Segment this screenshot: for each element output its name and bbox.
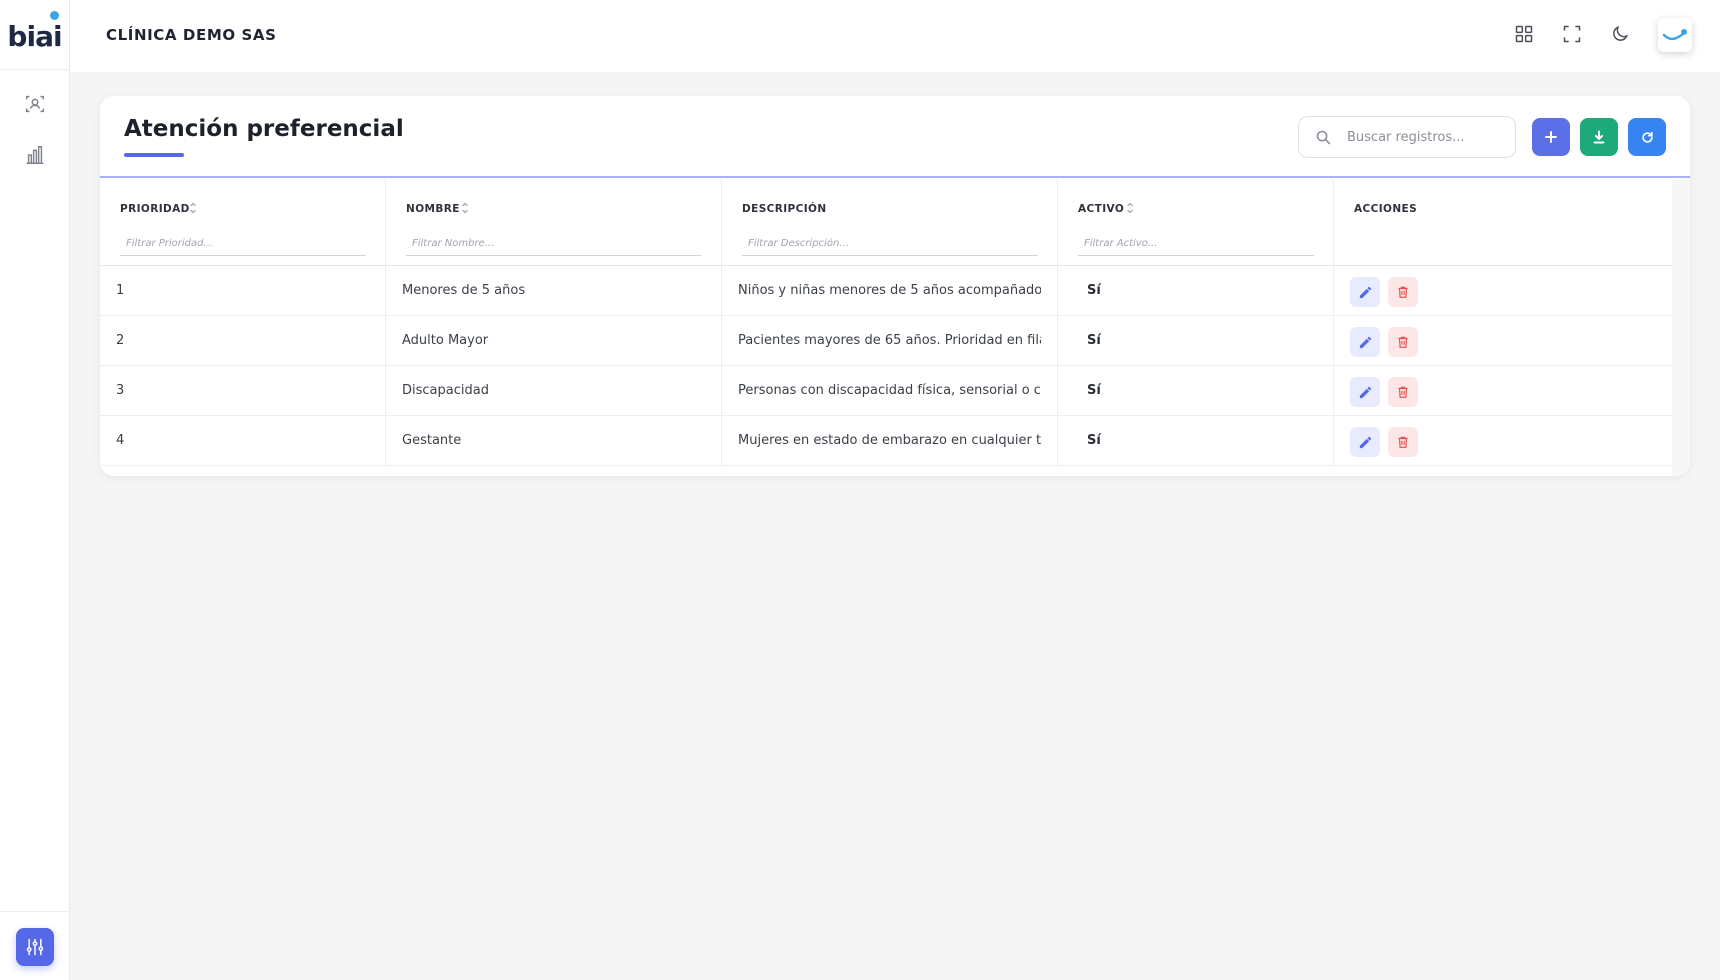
pencil-icon [1359,286,1371,298]
filter-activo[interactable] [1078,232,1314,256]
cell-descripcion: Niños y niñas menores de 5 años acompaña… [722,266,1058,316]
trash-icon [1398,286,1408,298]
edit-button[interactable] [1350,377,1380,407]
cell-prioridad: 1 [100,266,386,316]
table-row[interactable]: 3 Discapacidad Personas con discapacidad… [100,366,1672,416]
edit-button[interactable] [1350,427,1380,457]
refresh-icon [1641,131,1653,143]
fullscreen-icon[interactable] [1560,22,1584,46]
column-prioridad: PRIORIDAD [100,180,386,266]
cell-activo: Sí [1058,316,1334,366]
cell-acciones [1334,366,1672,416]
search-icon [1316,130,1331,145]
logo-text: biai [7,20,62,53]
logo[interactable]: biai [0,0,69,70]
pencil-icon [1359,386,1371,398]
sort-icon[interactable] [461,201,469,215]
cell-activo: Sí [1058,416,1334,466]
cell-descripcion: Mujeres en estado de embarazo en cualqui… [722,416,1058,466]
bar-chart-icon[interactable] [23,143,47,167]
table-header: PRIORIDAD NOMBRE DESCRIPCIÓN ACTIVO ACCI… [100,180,1672,266]
delete-button[interactable] [1388,377,1418,407]
cell-nombre: Discapacidad [386,366,722,416]
user-avatar[interactable] [1658,18,1692,52]
edit-button[interactable] [1350,277,1380,307]
add-button[interactable] [1532,118,1570,156]
filter-prioridad[interactable] [120,232,366,256]
cell-activo: Sí [1058,266,1334,316]
page-title: Atención preferencial [124,116,404,142]
plus-icon [1545,131,1557,143]
edit-button[interactable] [1350,327,1380,357]
cell-prioridad: 4 [100,416,386,466]
column-label-descripcion: DESCRIPCIÓN [742,203,827,215]
pencil-icon [1359,336,1371,348]
logo-dot [50,11,59,20]
cell-nombre: Gestante [386,416,722,466]
sidebar: biai [0,0,70,980]
download-icon [1593,130,1605,144]
column-label-activo[interactable]: ACTIVO [1078,203,1124,215]
column-acciones: ACCIONES [1334,180,1672,266]
cell-prioridad: 2 [100,316,386,366]
filter-nombre[interactable] [406,232,701,256]
trash-icon [1398,436,1408,448]
cell-descripcion: Pacientes mayores de 65 años. Prioridad … [722,316,1058,366]
table-row[interactable]: 2 Adulto Mayor Pacientes mayores de 65 a… [100,316,1672,366]
column-label-acciones: ACCIONES [1354,203,1418,215]
column-label-prioridad[interactable]: PRIORIDAD [120,203,190,215]
cell-descripcion: Personas con discapacidad física, sensor… [722,366,1058,416]
main-card: Atención preferencial PRIOR [100,96,1690,476]
moon-icon[interactable] [1608,22,1632,46]
sliders-icon [26,938,44,956]
table-row[interactable]: 4 Gestante Mujeres en estado de embarazo… [100,416,1672,466]
delete-button[interactable] [1388,427,1418,457]
cell-nombre: Menores de 5 años [386,266,722,316]
column-nombre: NOMBRE [386,180,722,266]
filter-descripcion[interactable] [742,232,1038,256]
user-scan-icon[interactable] [23,92,47,116]
title-underline [124,153,184,157]
top-header: CLÍNICA DEMO SAS [70,0,1720,72]
delete-button[interactable] [1388,327,1418,357]
sort-icon[interactable] [1126,201,1134,215]
refresh-button[interactable] [1628,118,1666,156]
cell-acciones [1334,266,1672,316]
sidebar-footer [0,911,69,980]
column-descripcion: DESCRIPCIÓN [722,180,1058,266]
cell-acciones [1334,316,1672,366]
settings-button[interactable] [16,928,54,966]
cell-activo: Sí [1058,366,1334,416]
column-activo: ACTIVO [1058,180,1334,266]
card-header: Atención preferencial [100,96,1690,178]
download-button[interactable] [1580,118,1618,156]
search-input[interactable] [1347,125,1507,149]
delete-button[interactable] [1388,277,1418,307]
grid-icon[interactable] [1512,22,1536,46]
trash-icon [1398,386,1408,398]
vertical-scrollbar[interactable] [1672,180,1690,476]
table-row[interactable]: 1 Menores de 5 años Niños y niñas menore… [100,266,1672,316]
data-table: PRIORIDAD NOMBRE DESCRIPCIÓN ACTIVO ACCI… [100,180,1672,466]
pencil-icon [1359,436,1371,448]
organization-name: CLÍNICA DEMO SAS [106,26,277,44]
cell-nombre: Adulto Mayor [386,316,722,366]
search-box [1298,116,1516,158]
cell-acciones [1334,416,1672,466]
sort-icon[interactable] [189,201,197,215]
column-label-nombre[interactable]: NOMBRE [406,203,460,215]
trash-icon [1398,336,1408,348]
cell-prioridad: 3 [100,366,386,416]
